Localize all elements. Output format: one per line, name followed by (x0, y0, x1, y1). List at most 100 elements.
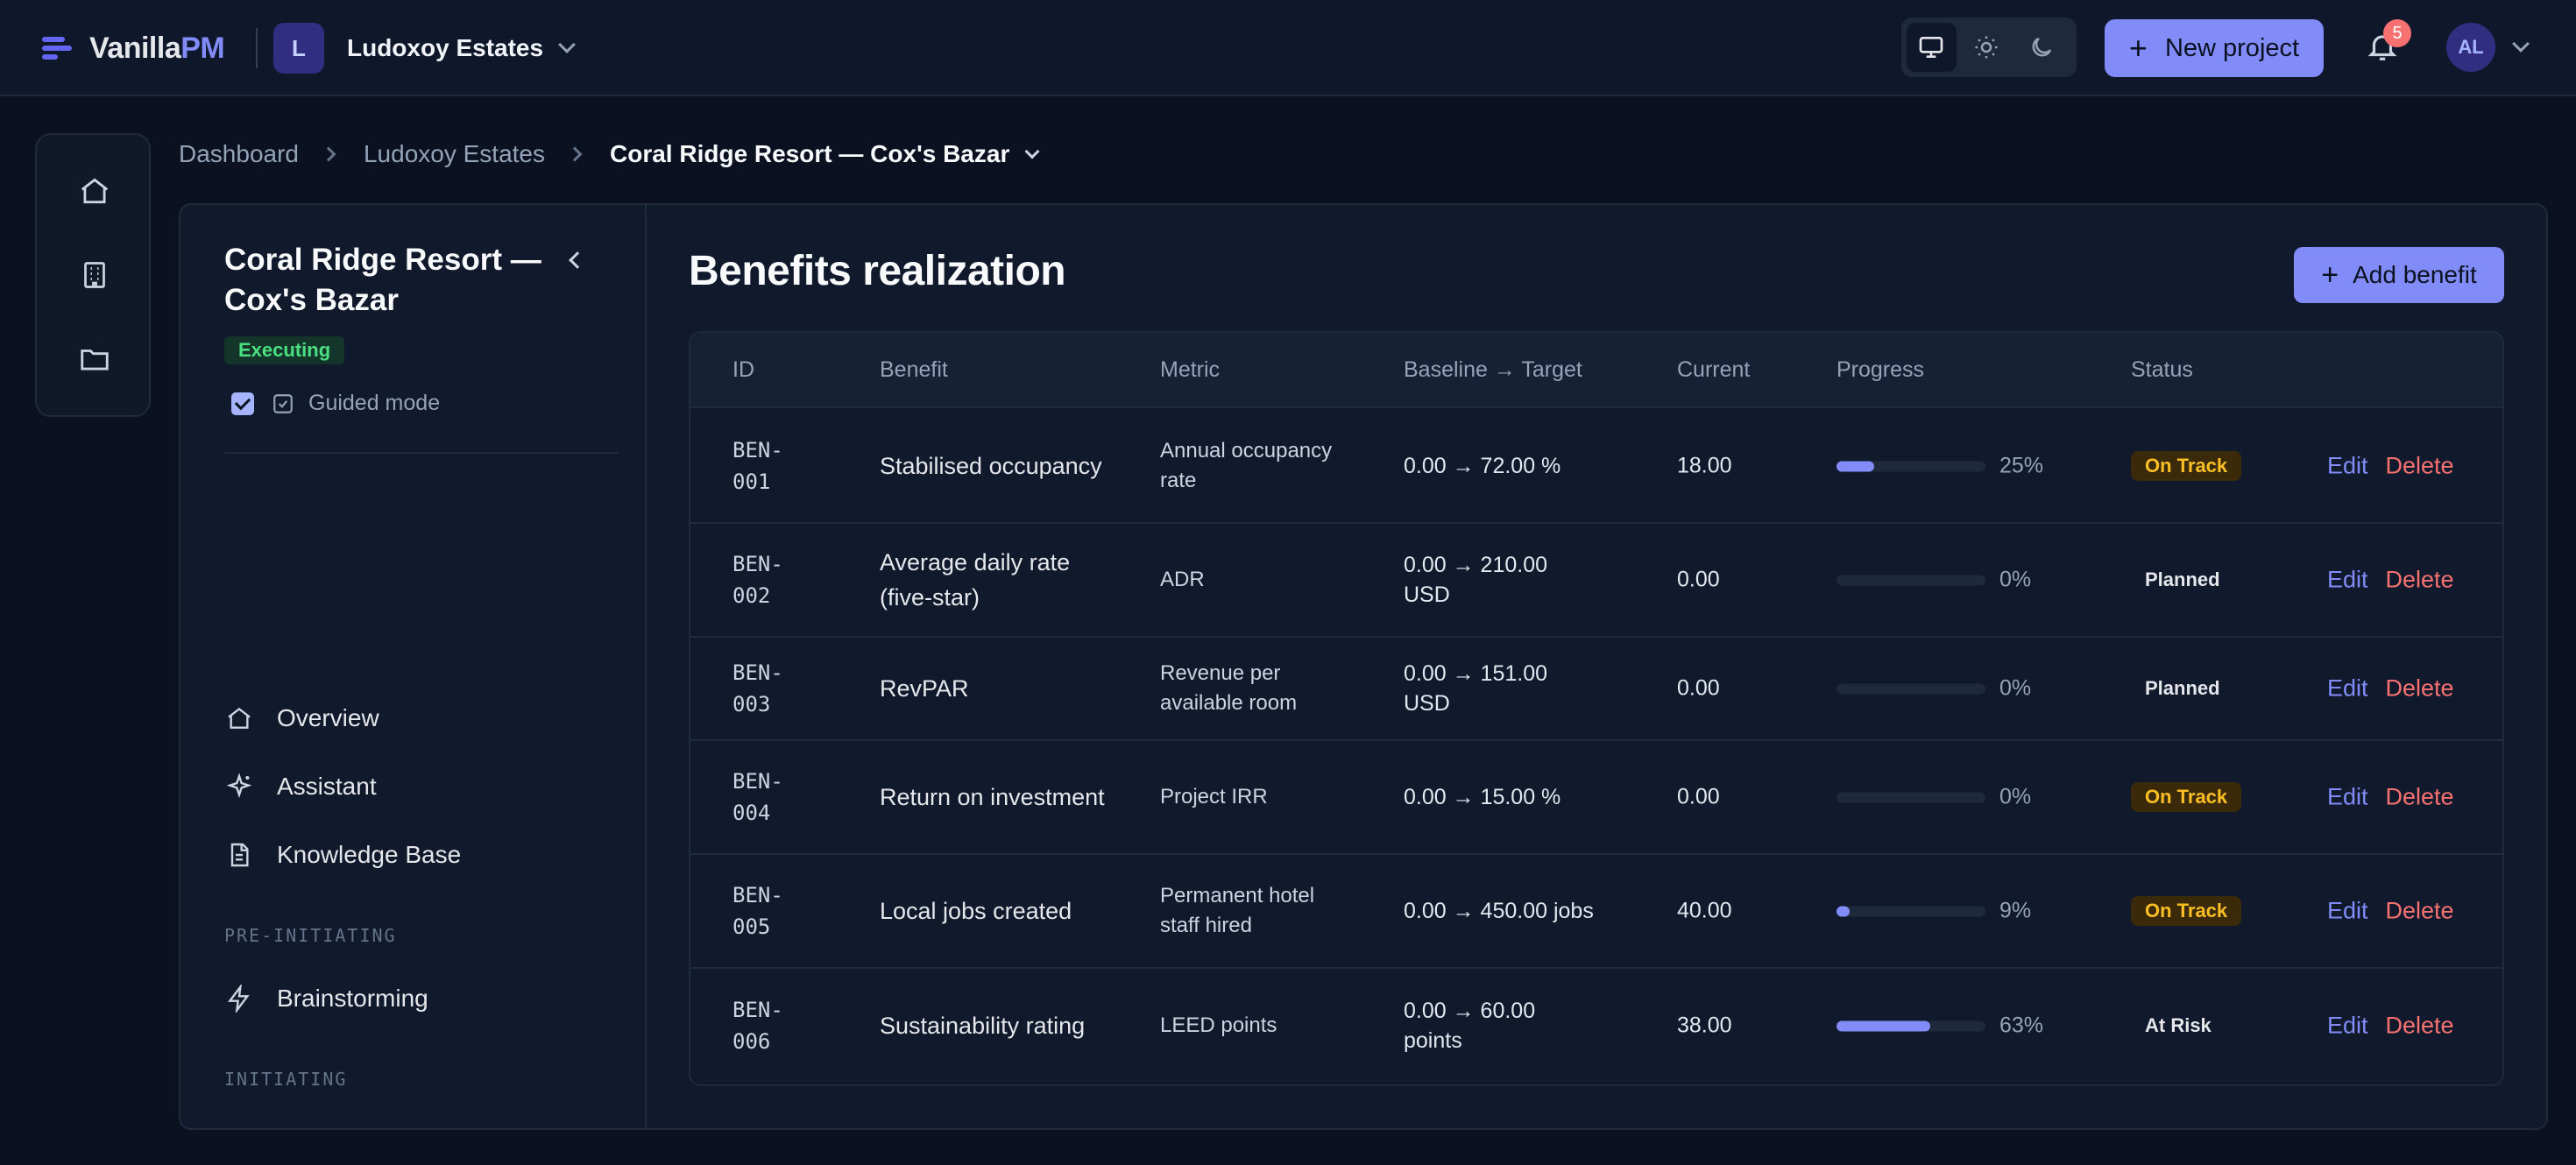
benefit-id: BEN-006 (732, 998, 783, 1054)
add-benefit-button[interactable]: + Add benefit (2294, 247, 2504, 303)
table-row: BEN-001 Stabilised occupancy Annual occupa… (690, 410, 2502, 524)
status-badge: At Risk (2145, 1014, 2212, 1036)
status-badge: On Track (2131, 896, 2242, 926)
benefits-content: Benefits realization + Add benefit ID Be… (647, 205, 2546, 1128)
row-actions: Edit Delete (2327, 567, 2454, 594)
row-actions: Edit Delete (2327, 784, 2454, 811)
brand-logo[interactable]: VanillaPM (42, 26, 225, 70)
breadcrumb-current-project[interactable]: Coral Ridge Resort — Cox's Bazar (610, 140, 1009, 168)
progress-bar (1836, 792, 1985, 802)
breadcrumb-dashboard[interactable]: Dashboard (179, 140, 299, 168)
guided-mode-checkbox[interactable] (231, 392, 254, 415)
moon-icon (2032, 37, 2051, 57)
table-row: BEN-006 Sustainability rating LEED points 0… (690, 969, 2502, 1083)
section-title-initiating: INITIATING (224, 1069, 348, 1090)
baseline-target: 0.00 → 151.00 USD (1404, 661, 1548, 716)
benefit-metric: Annual occupancy rate (1160, 439, 1333, 492)
baseline-target: 0.00 → 72.00 % (1404, 454, 1561, 478)
delete-button[interactable]: Delete (2386, 898, 2454, 925)
delete-button[interactable]: Delete (2386, 1013, 2454, 1040)
column-header-baseline-target: Baseline → Target (1404, 357, 1582, 382)
guided-mode-toggle[interactable]: Guided mode (231, 391, 440, 416)
progress-percent: 25% (1999, 453, 2044, 478)
sidebar-item-knowledge-base[interactable]: Knowledge Base (224, 834, 461, 876)
project-title: Coral Ridge Resort — Cox's Bazar (224, 243, 541, 317)
column-header-progress: Progress (1836, 357, 1925, 382)
header-divider (256, 28, 258, 68)
current-value: 0.00 (1677, 675, 1720, 701)
row-actions: Edit Delete (2327, 453, 2454, 480)
new-project-button[interactable]: + New project (2105, 19, 2324, 77)
edit-button[interactable]: Edit (2327, 1013, 2368, 1040)
org-name: Ludoxoy Estates (347, 34, 544, 61)
home-icon (228, 707, 251, 729)
sidebar-item-label: Knowledge Base (277, 841, 462, 868)
progress-fill (1836, 461, 1874, 471)
edit-button[interactable]: Edit (2327, 567, 2368, 594)
benefit-id: BEN-005 (732, 883, 783, 939)
brand-mark-icon (42, 35, 72, 61)
delete-button[interactable]: Delete (2386, 784, 2454, 811)
theme-dark-button[interactable] (2016, 23, 2066, 72)
status-badge: Planned (2145, 677, 2220, 699)
collapse-sidebar-icon[interactable] (569, 251, 586, 269)
delete-button[interactable]: Delete (2386, 453, 2454, 480)
section-title-pre-initiating: PRE-INITIATING (224, 925, 397, 946)
rail-buildings-button[interactable] (70, 251, 119, 300)
progress-cell: 0% (1836, 568, 2047, 593)
sidebar-item-brainstorming[interactable]: Brainstorming (224, 978, 428, 1020)
edit-button[interactable]: Edit (2327, 453, 2368, 480)
table-header: ID Benefit Metric Baseline → Target Curr… (690, 333, 2502, 408)
progress-bar (1836, 906, 1985, 916)
status-cell: Planned (2131, 674, 2234, 703)
sidebar-item-overview[interactable]: Overview (224, 697, 379, 739)
progress-percent: 0% (1999, 784, 2032, 809)
progress-percent: 63% (1999, 1013, 2044, 1038)
checkbox-icon (273, 393, 293, 413)
progress-cell: 63% (1836, 1013, 2047, 1039)
current-value: 18.00 (1677, 453, 1732, 478)
status-badge: Executing (224, 336, 345, 364)
benefit-metric: LEED points (1160, 1013, 1277, 1037)
rail-projects-button[interactable] (70, 335, 119, 384)
left-rail (35, 133, 151, 417)
benefit-name: Return on investment (880, 784, 1105, 810)
benefit-name: Stabilised occupancy (880, 453, 1102, 479)
progress-percent: 9% (1999, 898, 2032, 923)
edit-button[interactable]: Edit (2327, 675, 2368, 703)
delete-button[interactable]: Delete (2386, 675, 2454, 703)
progress-cell: 0% (1836, 785, 2047, 810)
column-header-current: Current (1677, 357, 1751, 382)
status-badge: Planned (2145, 568, 2220, 590)
progress-fill (1836, 1020, 1930, 1031)
chevron-down-icon (558, 36, 576, 53)
theme-light-button[interactable] (1962, 23, 2012, 72)
delete-button[interactable]: Delete (2386, 567, 2454, 594)
status-cell: On Track (2131, 451, 2242, 481)
project-panel: Coral Ridge Resort — Cox's Bazar Executi… (179, 203, 2548, 1130)
org-avatar: L (273, 23, 324, 74)
current-value: 40.00 (1677, 898, 1732, 923)
brand-name: VanillaPM (89, 31, 225, 65)
benefit-name: Sustainability rating (880, 1013, 1086, 1039)
column-header-id: ID (732, 357, 754, 382)
building-icon (84, 262, 105, 288)
document-icon (230, 843, 249, 867)
plus-icon: + (2128, 30, 2148, 66)
progress-bar (1836, 461, 1985, 471)
table-row: BEN-002 Average daily rate (five-star) ADR… (690, 524, 2502, 638)
table-row: BEN-005 Local jobs created Permanent hotel… (690, 855, 2502, 969)
breadcrumb-org[interactable]: Ludoxoy Estates (364, 140, 545, 168)
org-switcher[interactable]: L Ludoxoy Estates (273, 23, 576, 74)
rail-home-button[interactable] (70, 166, 119, 215)
user-menu[interactable]: AL (2446, 23, 2530, 72)
theme-system-button[interactable] (1907, 23, 1957, 72)
edit-button[interactable]: Edit (2327, 784, 2368, 811)
edit-button[interactable]: Edit (2327, 898, 2368, 925)
baseline-target: 0.00 → 210.00 USD (1404, 553, 1548, 607)
sidebar-item-assistant[interactable]: Assistant (224, 766, 377, 808)
baseline-target: 0.00 → 450.00 jobs (1404, 899, 1594, 923)
column-header-benefit: Benefit (880, 357, 948, 382)
chevron-down-icon (1024, 144, 1040, 159)
status-cell: At Risk (2131, 1011, 2226, 1041)
